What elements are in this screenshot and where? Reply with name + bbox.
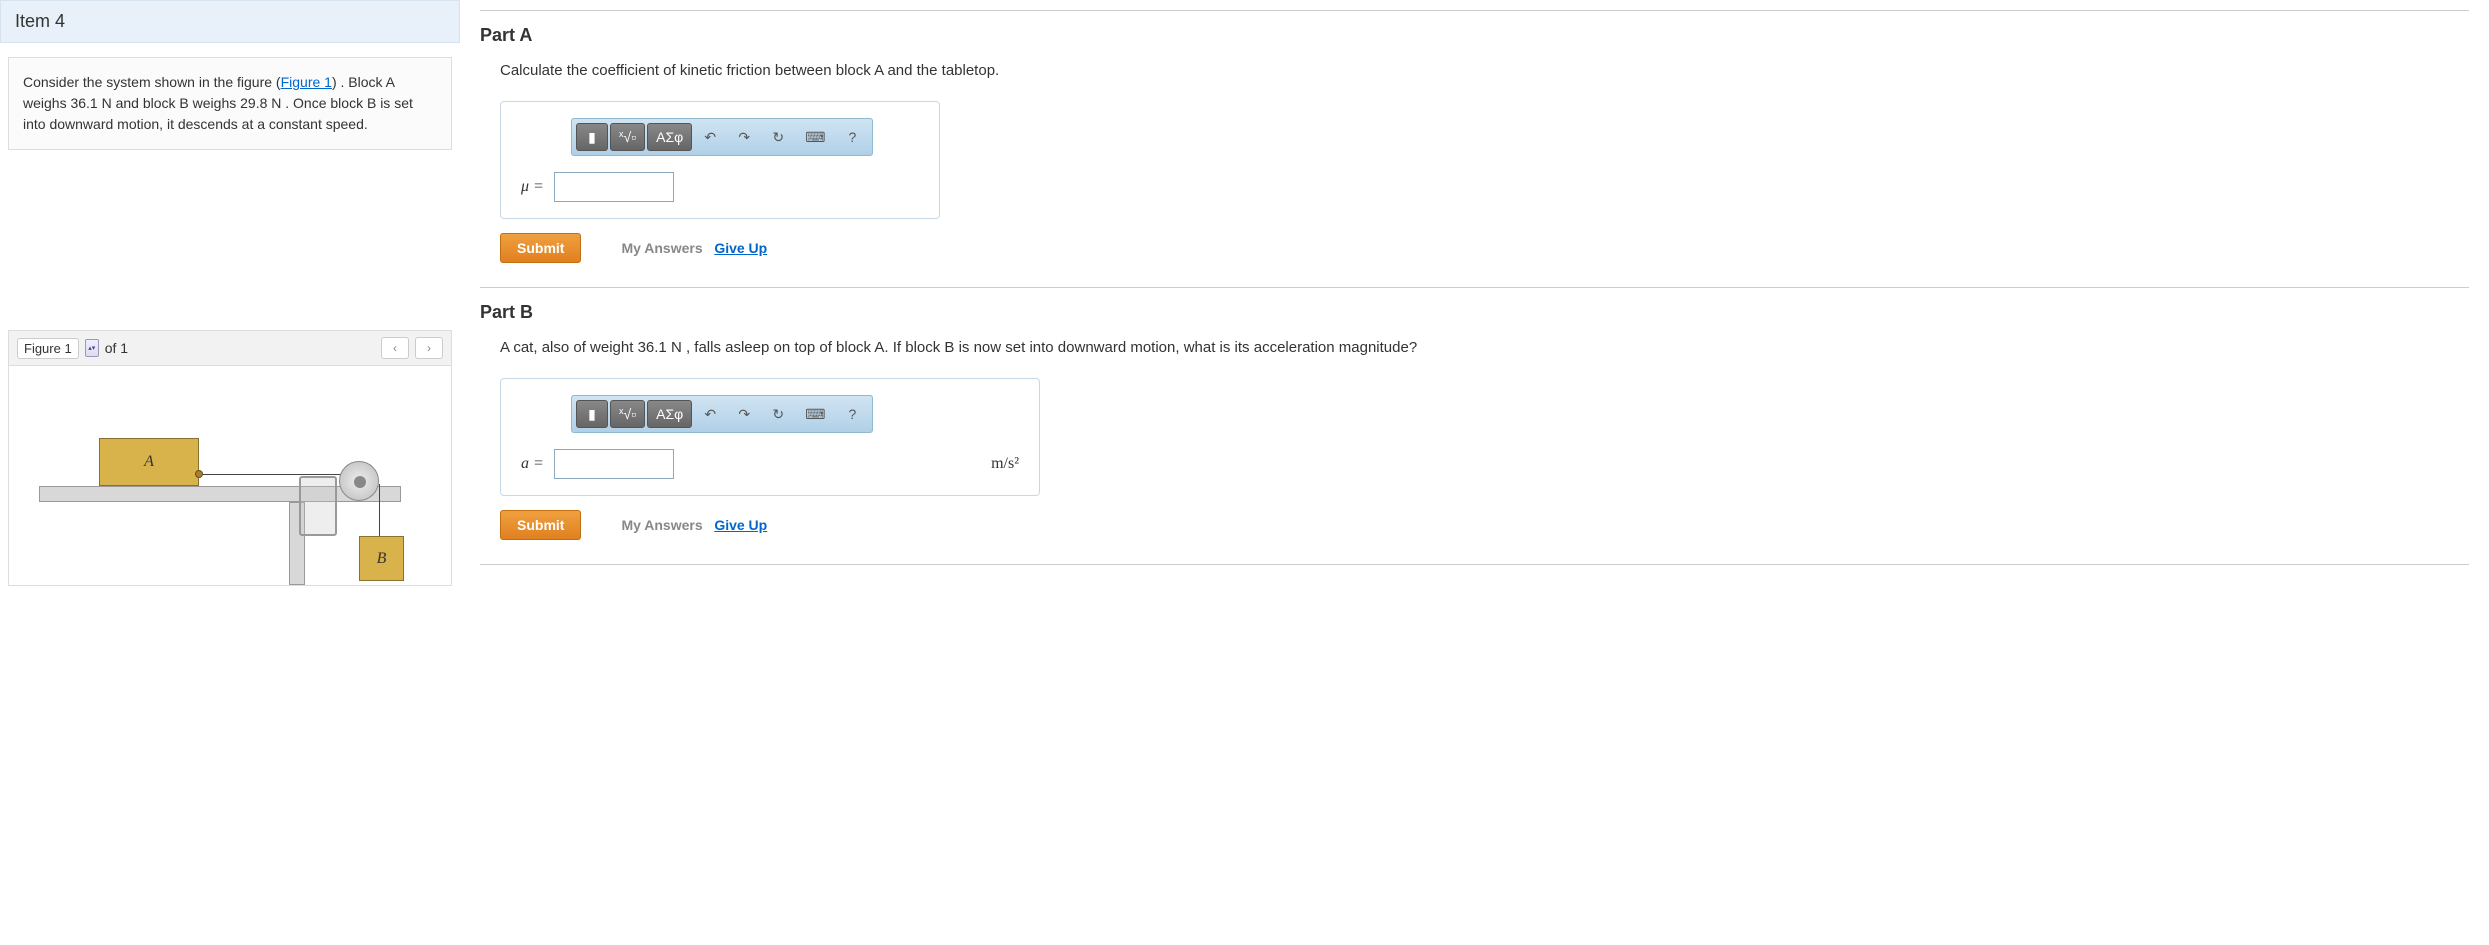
part-b-units: m/s²: [991, 455, 1019, 473]
undo-button[interactable]: ↶: [694, 400, 726, 428]
part-a-label: Part A: [480, 25, 2469, 46]
problem-statement: Consider the system shown in the figure …: [8, 57, 452, 150]
part-a-input[interactable]: [554, 172, 674, 202]
block-a: A: [99, 438, 199, 486]
part-b-my-answers[interactable]: My Answers: [621, 517, 702, 533]
figure-diagram: A B: [8, 366, 452, 586]
figure-stepper[interactable]: ▴▾: [85, 339, 99, 357]
part-b-input[interactable]: [554, 449, 674, 479]
figure-select[interactable]: Figure 1: [17, 338, 79, 359]
part-a-answer-box: ▮ x√x√▫ ΑΣφ ↶ ↷ ↻ ⌨ ? μ =: [500, 101, 940, 219]
part-b-variable: a =: [521, 455, 544, 473]
part-b-prompt: A cat, also of weight 36.1 N , falls asl…: [500, 337, 2469, 358]
keyboard-button[interactable]: ⌨: [796, 400, 834, 428]
keyboard-button[interactable]: ⌨: [796, 123, 834, 151]
pulley-icon: [339, 461, 379, 501]
templates-button[interactable]: x√x√▫: [610, 123, 645, 151]
part-b-submit-button[interactable]: Submit: [500, 510, 581, 540]
format-button[interactable]: ▮: [576, 123, 608, 151]
reset-button[interactable]: ↻: [762, 123, 794, 151]
help-button[interactable]: ?: [836, 123, 868, 151]
undo-button[interactable]: ↶: [694, 123, 726, 151]
greek-button[interactable]: ΑΣφ: [647, 400, 692, 428]
item-header: Item 4: [0, 0, 460, 43]
greek-button[interactable]: ΑΣφ: [647, 123, 692, 151]
block-b: B: [359, 536, 404, 581]
part-a-variable: μ =: [521, 178, 544, 196]
redo-button[interactable]: ↷: [728, 123, 760, 151]
part-b-give-up[interactable]: Give Up: [714, 517, 767, 533]
templates-button[interactable]: x√▫: [610, 400, 645, 428]
part-b-answer-box: ▮ x√▫ ΑΣφ ↶ ↷ ↻ ⌨ ? a = m/s²: [500, 378, 1040, 496]
help-button[interactable]: ?: [836, 400, 868, 428]
reset-button[interactable]: ↻: [762, 400, 794, 428]
equation-toolbar-a: ▮ x√x√▫ ΑΣφ ↶ ↷ ↻ ⌨ ?: [571, 118, 873, 156]
part-b-label: Part B: [480, 302, 2469, 323]
part-a-my-answers[interactable]: My Answers: [621, 240, 702, 256]
figure-count: of 1: [105, 340, 128, 356]
format-button[interactable]: ▮: [576, 400, 608, 428]
problem-text-pre: Consider the system shown in the figure …: [23, 74, 281, 90]
figure-next-button[interactable]: ›: [415, 337, 443, 359]
part-a-submit-button[interactable]: Submit: [500, 233, 581, 263]
part-a-prompt: Calculate the coefficient of kinetic fri…: [500, 60, 2469, 81]
figure-toolbar: Figure 1 ▴▾ of 1 ‹ ›: [8, 330, 452, 366]
figure-link[interactable]: Figure 1: [281, 74, 332, 90]
equation-toolbar-b: ▮ x√▫ ΑΣφ ↶ ↷ ↻ ⌨ ?: [571, 395, 873, 433]
figure-prev-button[interactable]: ‹: [381, 337, 409, 359]
part-a-give-up[interactable]: Give Up: [714, 240, 767, 256]
redo-button[interactable]: ↷: [728, 400, 760, 428]
